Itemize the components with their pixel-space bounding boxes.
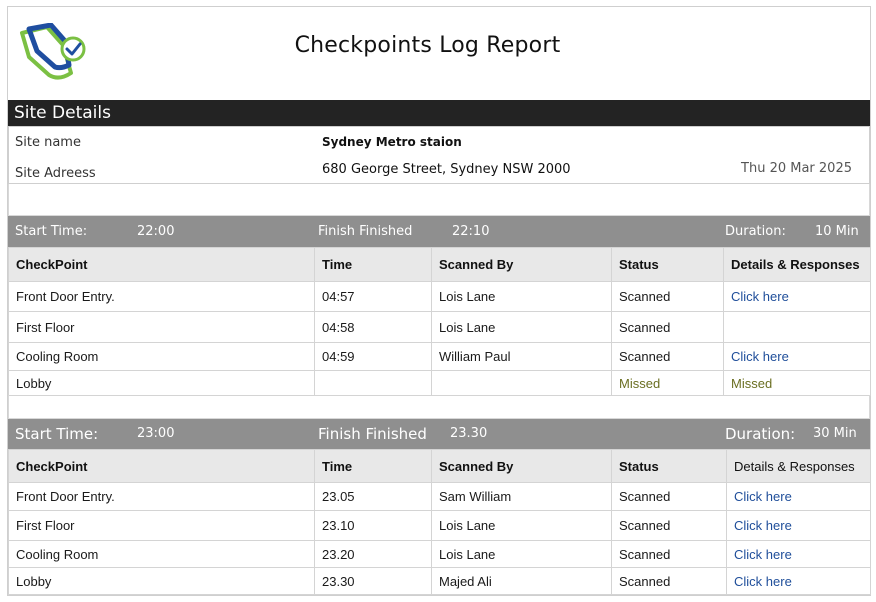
report-title: Checkpoints Log Report bbox=[294, 33, 561, 58]
table-row: First Floor 04:58 Lois Lane Scanned bbox=[8, 311, 871, 343]
column-header-details: Details & Responses bbox=[723, 247, 871, 282]
time-cell: 23.20 bbox=[314, 540, 432, 568]
spacer-row bbox=[8, 184, 870, 216]
status-cell: Scanned bbox=[611, 311, 724, 343]
column-header-checkpoint: CheckPoint bbox=[8, 247, 315, 282]
session-1-start-label: Start Time: bbox=[15, 224, 88, 239]
table-row: Lobby 23.30 Majed Ali Scanned Click here bbox=[8, 567, 871, 595]
table-row: Front Door Entry. 23.05 Sam William Scan… bbox=[8, 482, 871, 511]
details-link[interactable]: Click here bbox=[726, 567, 871, 595]
scanned-by-cell: William Paul bbox=[431, 342, 612, 371]
status-cell: Scanned bbox=[611, 342, 724, 371]
column-header-time: Time bbox=[314, 449, 432, 483]
site-name-value: Sydney Metro staion bbox=[322, 135, 462, 149]
checkpoint-cell: Lobby bbox=[8, 567, 315, 595]
spacer-row bbox=[8, 395, 870, 419]
column-header-status: Status bbox=[611, 449, 727, 483]
session-1-duration-label: Duration: bbox=[725, 224, 786, 239]
checkpoint-cell: Cooling Room bbox=[8, 540, 315, 568]
details-link[interactable]: Click here bbox=[726, 482, 871, 511]
session-1-duration-value: 10 Min bbox=[815, 224, 859, 239]
table-header-row: CheckPoint Time Scanned By Status Detail… bbox=[8, 247, 871, 282]
column-header-scanned-by: Scanned By bbox=[431, 247, 612, 282]
column-header-status: Status bbox=[611, 247, 724, 282]
site-address-label: Site Adreess bbox=[15, 166, 96, 181]
session-2-finish-label: Finish Finished bbox=[318, 425, 427, 443]
session-1-finish-value: 22:10 bbox=[452, 224, 490, 239]
session-2-start-label: Start Time: bbox=[15, 425, 99, 443]
report-date: Thu 20 Mar 2025 bbox=[741, 161, 852, 176]
scanned-by-cell bbox=[431, 370, 612, 396]
details-cell bbox=[723, 311, 871, 343]
column-header-checkpoint: CheckPoint bbox=[8, 449, 315, 483]
session-1-table: CheckPoint Time Scanned By Status Detail… bbox=[8, 247, 871, 396]
status-cell: Scanned bbox=[611, 482, 727, 511]
checkpoint-cell: Front Door Entry. bbox=[8, 482, 315, 511]
column-header-details: Details & Responses bbox=[726, 449, 871, 483]
scanned-by-cell: Lois Lane bbox=[431, 281, 612, 312]
scanned-by-cell: Majed Ali bbox=[431, 567, 612, 595]
session-1-finish-label: Finish Finished bbox=[318, 224, 413, 239]
status-cell: Scanned bbox=[611, 567, 727, 595]
session-2-start-value: 23:00 bbox=[137, 426, 175, 441]
time-cell: 04:58 bbox=[314, 311, 432, 343]
scanned-by-cell: Lois Lane bbox=[431, 311, 612, 343]
time-cell: 23.10 bbox=[314, 510, 432, 541]
scanned-by-cell: Sam William bbox=[431, 482, 612, 511]
details-link[interactable]: Click here bbox=[723, 342, 871, 371]
session-2-duration-value: 30 Min bbox=[813, 426, 857, 441]
session-2-duration-label: Duration: bbox=[725, 425, 796, 443]
time-cell: 04:57 bbox=[314, 281, 432, 312]
time-cell bbox=[314, 370, 432, 396]
details-link[interactable]: Click here bbox=[726, 510, 871, 541]
details-missed-cell: Missed bbox=[723, 370, 871, 396]
checkpoint-cell: Cooling Room bbox=[8, 342, 315, 371]
details-link[interactable]: Click here bbox=[723, 281, 871, 312]
checkpoint-cell: First Floor bbox=[8, 311, 315, 343]
site-address-value: 680 George Street, Sydney NSW 2000 bbox=[322, 162, 571, 177]
site-name-label: Site name bbox=[15, 135, 81, 150]
checkpoint-cell: Front Door Entry. bbox=[8, 281, 315, 312]
table-row: Cooling Room 04:59 William Paul Scanned … bbox=[8, 342, 871, 371]
table-row: Cooling Room 23.20 Lois Lane Scanned Cli… bbox=[8, 540, 871, 568]
session-1-summary-bar: Start Time: 22:00 Finish Finished 22:10 … bbox=[8, 216, 870, 247]
details-link[interactable]: Click here bbox=[726, 540, 871, 568]
table-header-row: CheckPoint Time Scanned By Status Detail… bbox=[8, 449, 871, 483]
status-cell: Scanned bbox=[611, 281, 724, 312]
column-header-time: Time bbox=[314, 247, 432, 282]
table-row: Lobby Missed Missed bbox=[8, 370, 871, 396]
table-row: First Floor 23.10 Lois Lane Scanned Clic… bbox=[8, 510, 871, 541]
session-2-finish-value: 23.30 bbox=[450, 426, 488, 441]
checkpoint-cell: Lobby bbox=[8, 370, 315, 396]
session-1-start-value: 22:00 bbox=[137, 224, 175, 239]
status-cell: Scanned bbox=[611, 540, 727, 568]
site-details-header: Site Details bbox=[8, 100, 870, 126]
status-missed-cell: Missed bbox=[611, 370, 724, 396]
session-2-table: CheckPoint Time Scanned By Status Detail… bbox=[8, 449, 871, 595]
time-cell: 04:59 bbox=[314, 342, 432, 371]
time-cell: 23.30 bbox=[314, 567, 432, 595]
checkpoint-cell: First Floor bbox=[8, 510, 315, 541]
status-cell: Scanned bbox=[611, 510, 727, 541]
scanned-by-cell: Lois Lane bbox=[431, 540, 612, 568]
column-header-scanned-by: Scanned By bbox=[431, 449, 612, 483]
scanned-by-cell: Lois Lane bbox=[431, 510, 612, 541]
session-2-summary-bar: Start Time: 23:00 Finish Finished 23.30 … bbox=[8, 419, 870, 449]
time-cell: 23.05 bbox=[314, 482, 432, 511]
table-row: Front Door Entry. 04:57 Lois Lane Scanne… bbox=[8, 281, 871, 312]
